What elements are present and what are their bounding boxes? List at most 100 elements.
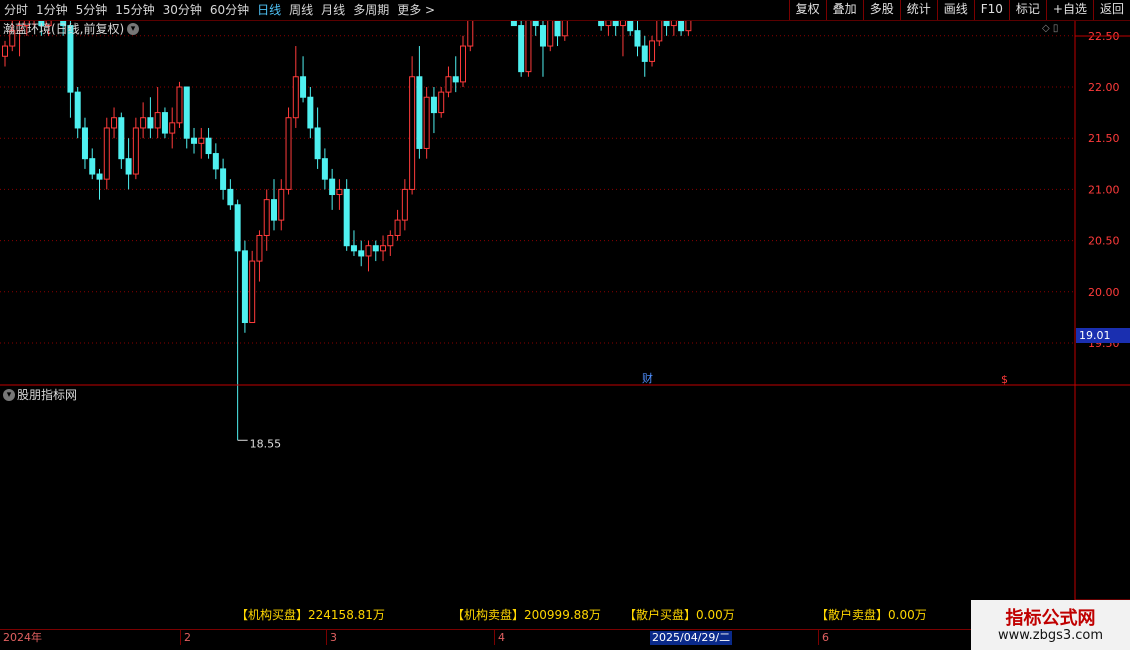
toolbar-button[interactable]: 标记 (1008, 0, 1046, 20)
toolbar-button[interactable]: 画线 (936, 0, 974, 20)
candle[interactable] (307, 87, 314, 139)
candle-body (343, 188, 350, 247)
candle[interactable] (270, 179, 277, 231)
candle[interactable] (292, 46, 299, 128)
candle[interactable] (154, 87, 161, 139)
candle[interactable] (423, 87, 430, 159)
candle[interactable] (358, 240, 365, 267)
current-date: 2025/04/29/二 (650, 631, 733, 645)
period-tab[interactable]: 更多 > (393, 0, 439, 20)
candle[interactable] (387, 230, 394, 256)
candle[interactable] (205, 127, 212, 159)
period-tab[interactable]: 日线 (253, 0, 285, 20)
candle[interactable] (409, 56, 416, 195)
candle[interactable] (460, 35, 467, 87)
candle-body (176, 86, 183, 124)
candle[interactable] (394, 209, 401, 241)
candle[interactable] (321, 148, 328, 190)
toolbar-button[interactable]: +自选 (1045, 0, 1093, 20)
candle[interactable] (111, 107, 118, 139)
candle[interactable] (89, 148, 96, 180)
toolbar-buttons: 复权 叠加 多股 统计 画线 F10 标记 +自选 返回 (788, 0, 1130, 20)
candle[interactable] (118, 112, 125, 169)
candle[interactable] (343, 179, 350, 251)
candle[interactable] (314, 107, 321, 169)
candle[interactable] (372, 240, 379, 262)
candle-body (270, 199, 277, 221)
toolbar-button[interactable]: 复权 (788, 0, 826, 20)
candle[interactable] (445, 66, 452, 98)
candle[interactable] (365, 240, 372, 272)
period-tab[interactable]: 30分钟 (159, 0, 206, 20)
candle[interactable] (329, 168, 336, 210)
candle[interactable] (518, 15, 525, 77)
toolbar-button[interactable]: 返回 (1092, 0, 1130, 20)
period-tab[interactable]: 多周期 (349, 0, 393, 20)
candle-body (307, 96, 314, 129)
legend-item-retail-buy: 【散户买盘】0.00万 (624, 607, 735, 623)
candle[interactable] (438, 87, 445, 118)
candle[interactable] (212, 143, 219, 180)
candle[interactable] (350, 230, 357, 256)
candle[interactable] (81, 117, 88, 169)
candle[interactable] (241, 240, 248, 333)
candle[interactable] (278, 179, 285, 231)
period-tab[interactable]: 周线 (285, 0, 317, 20)
watermark-logo: 指标公式网 www.zbgs3.com (971, 600, 1130, 650)
candle[interactable] (227, 179, 234, 210)
chevron-down-icon[interactable]: ▾ (127, 23, 139, 35)
candle[interactable] (285, 107, 292, 195)
candle[interactable] (132, 117, 139, 180)
candle[interactable] (220, 158, 227, 200)
chevron-down-icon[interactable]: ▾ (3, 389, 15, 401)
candle[interactable] (634, 20, 641, 57)
candle[interactable] (249, 250, 256, 324)
candle[interactable] (125, 138, 132, 190)
candle[interactable] (161, 107, 168, 139)
candle-body (409, 76, 416, 190)
period-tab[interactable]: 分时 (0, 0, 32, 20)
candle-body (641, 45, 648, 62)
candles[interactable] (2, 0, 1004, 441)
toolbar-button[interactable]: 多股 (862, 0, 900, 20)
candle[interactable] (380, 235, 387, 262)
legend-item-retail-sell: 【散户卖盘】0.00万 (816, 607, 927, 623)
candle[interactable] (336, 179, 343, 210)
candle[interactable] (234, 199, 241, 441)
period-tab[interactable]: 月线 (317, 0, 349, 20)
candle[interactable] (198, 127, 205, 159)
candle[interactable] (103, 117, 110, 190)
candle[interactable] (649, 35, 656, 67)
candle[interactable] (641, 35, 648, 77)
candle[interactable] (96, 168, 103, 200)
candle[interactable] (169, 107, 176, 149)
candle[interactable] (183, 86, 190, 149)
candle-body (387, 234, 394, 247)
period-tab[interactable]: 5分钟 (72, 0, 112, 20)
candle[interactable] (416, 46, 423, 159)
candle[interactable] (191, 127, 198, 154)
candle[interactable] (256, 230, 263, 282)
candle[interactable] (401, 179, 408, 231)
toolbar-button[interactable]: F10 (973, 0, 1009, 20)
legend-label: 【散户买盘】 (624, 608, 697, 622)
candle[interactable] (430, 87, 437, 134)
candle[interactable] (300, 56, 307, 103)
period-tab[interactable]: 1分钟 (32, 0, 72, 20)
candle[interactable] (74, 87, 81, 139)
candle[interactable] (176, 81, 183, 128)
candle[interactable] (140, 102, 147, 139)
toolbar-button[interactable]: 统计 (899, 0, 937, 20)
candle[interactable] (147, 97, 154, 139)
candle-body (154, 112, 161, 129)
toolbar-button[interactable]: 叠加 (825, 0, 863, 20)
date-label: 4 (494, 630, 505, 645)
candle[interactable] (263, 189, 270, 251)
candle[interactable] (2, 40, 8, 67)
candle[interactable] (452, 56, 459, 93)
period-tab[interactable]: 15分钟 (111, 0, 158, 20)
candle-body (649, 40, 656, 62)
candle-body (278, 188, 285, 221)
period-tab[interactable]: 60分钟 (206, 0, 253, 20)
diamond-icon[interactable]: ◇ ▯ (1042, 23, 1058, 34)
